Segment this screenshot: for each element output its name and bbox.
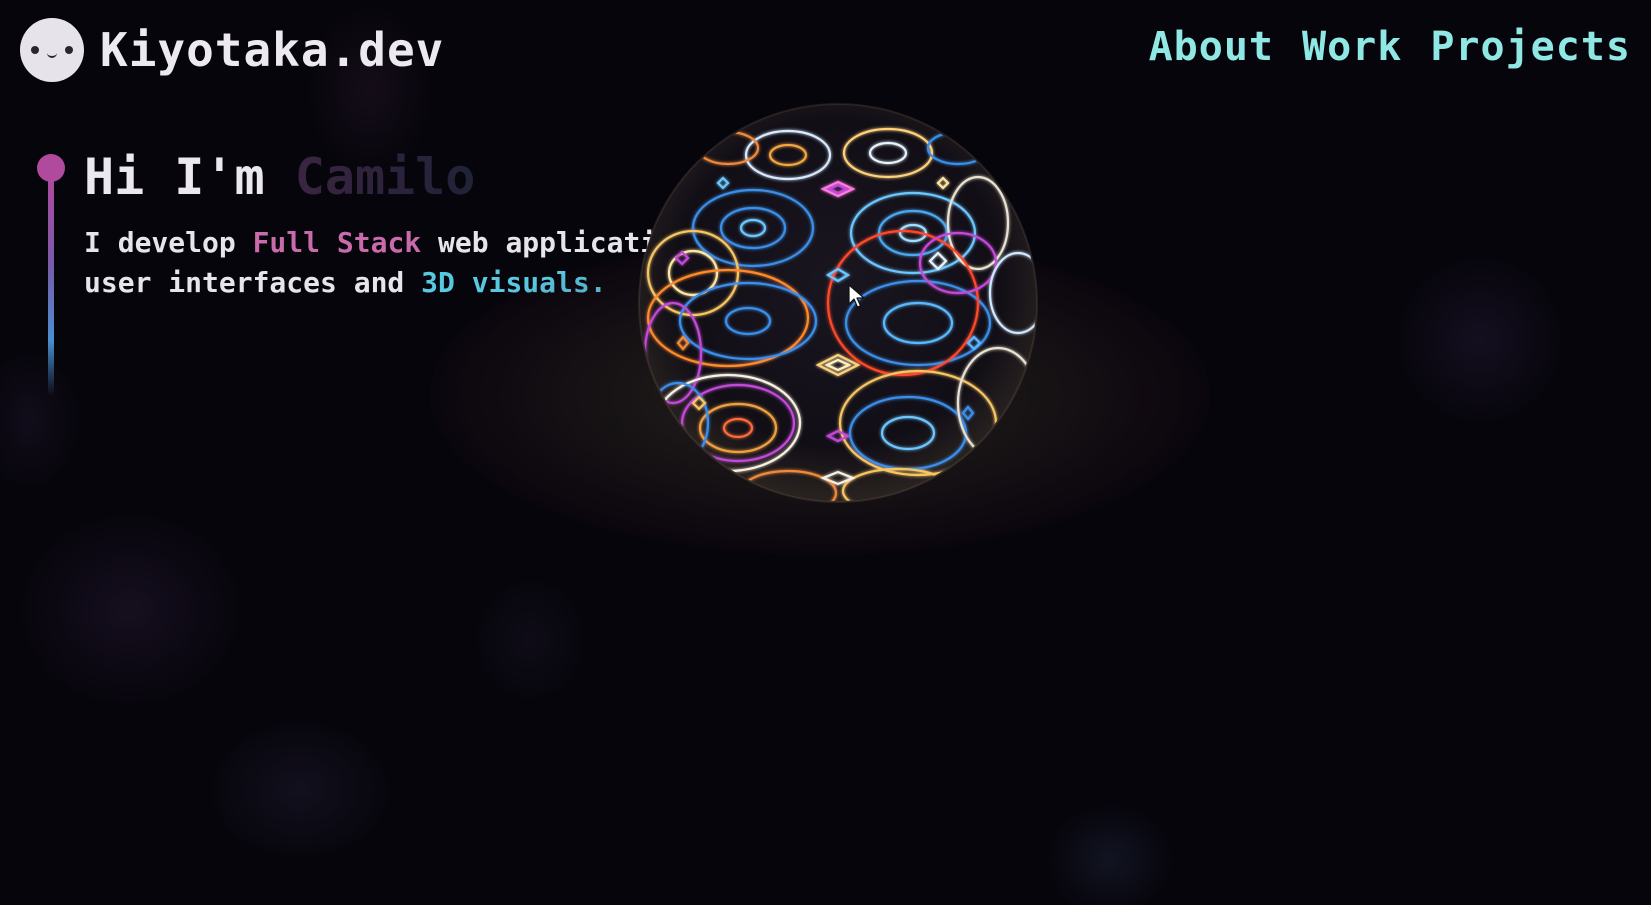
- timeline-line: [48, 174, 54, 396]
- tagline-text-2a: user interfaces and: [84, 266, 422, 299]
- page: Kiyotaka.dev About Work Projects Hi I'm …: [0, 0, 1651, 905]
- kawaii-face-icon: [20, 18, 84, 82]
- mouse-pointer-icon: [848, 284, 865, 308]
- 3d-orb-canvas[interactable]: [638, 103, 1038, 503]
- greeting-heading: Hi I'm Camilo: [84, 150, 725, 205]
- main-nav: About Work Projects: [1149, 24, 1631, 70]
- tagline-text-1a: I develop: [84, 226, 253, 259]
- avatar-mouth: [47, 51, 57, 58]
- greeting-prefix: Hi I'm: [84, 148, 265, 206]
- greeting-name: Camilo: [294, 148, 476, 206]
- tagline-highlight-full-stack: Full Stack: [252, 226, 422, 259]
- nav-about-link[interactable]: About: [1149, 24, 1274, 70]
- nav-work-link[interactable]: Work: [1302, 24, 1402, 70]
- brand-name: Kiyotaka.dev: [100, 23, 445, 77]
- home-logo-link[interactable]: Kiyotaka.dev: [20, 18, 444, 82]
- timeline-dot: [37, 154, 65, 182]
- avatar-left-eye: [31, 46, 39, 54]
- intro-timeline: [37, 154, 65, 404]
- avatar-right-eye: [65, 46, 73, 54]
- nav-projects-link[interactable]: Projects: [1430, 24, 1631, 70]
